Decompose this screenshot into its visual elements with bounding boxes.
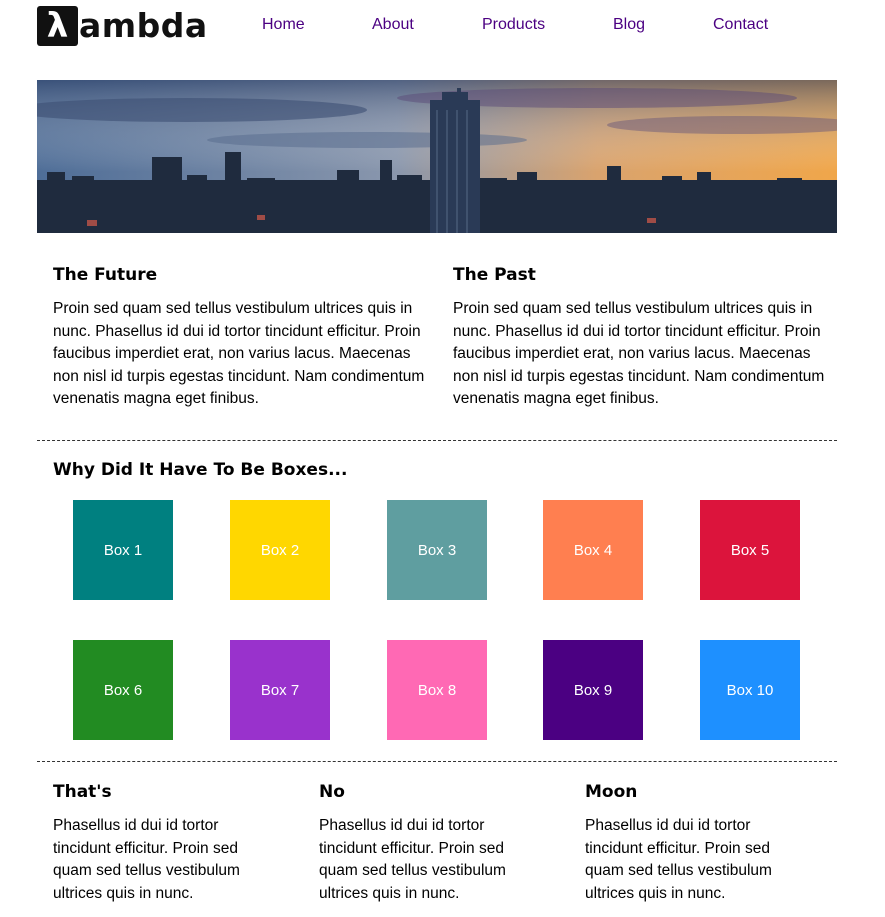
dashed-divider xyxy=(37,440,837,441)
column-text: Proin sed quam sed tellus vestibulum ult… xyxy=(453,300,825,407)
boxes-section-title: Why Did It Have To Be Boxes... xyxy=(53,460,348,480)
box-label: Box 7 xyxy=(260,681,300,699)
nav-link-about[interactable]: About xyxy=(372,16,414,34)
box-5: Box 5 xyxy=(700,500,800,600)
box-label: Box 9 xyxy=(573,681,613,699)
column-text: Proin sed quam sed tellus vestibulum ult… xyxy=(53,300,425,407)
column-heading: That's xyxy=(53,782,112,802)
column-heading: The Past xyxy=(453,265,536,285)
box-3: Box 3 xyxy=(387,500,487,600)
box-label: Box 6 xyxy=(103,681,143,699)
dashed-divider xyxy=(37,761,837,762)
column-text: Phasellus id dui id tortor tincidunt eff… xyxy=(319,817,506,902)
box-label: Box 4 xyxy=(573,541,613,559)
nav-link-contact[interactable]: Contact xyxy=(713,16,768,34)
box-label: Box 1 xyxy=(103,541,143,559)
column-heading: No xyxy=(319,782,345,802)
column-text: Phasellus id dui id tortor tincidunt eff… xyxy=(53,817,240,902)
box-label: Box 10 xyxy=(726,681,774,699)
box-10: Box 10 xyxy=(700,640,800,740)
box-7: Box 7 xyxy=(230,640,330,740)
box-6: Box 6 xyxy=(73,640,173,740)
box-4: Box 4 xyxy=(543,500,643,600)
site-header: λ ambda Home About Products Blog Contact xyxy=(0,0,885,60)
box-1: Box 1 xyxy=(73,500,173,600)
column-heading: The Future xyxy=(53,265,158,285)
box-label: Box 3 xyxy=(417,541,457,559)
box-2: Box 2 xyxy=(230,500,330,600)
nav-link-products[interactable]: Products xyxy=(482,16,545,34)
box-label: Box 5 xyxy=(730,541,770,559)
lambda-logo[interactable]: λ ambda xyxy=(37,6,208,46)
logo-wordmark: ambda xyxy=(79,6,208,45)
nav-link-blog[interactable]: Blog xyxy=(613,16,645,34)
hero-image-city-skyline xyxy=(37,80,837,233)
nav-link-home[interactable]: Home xyxy=(262,16,305,34)
box-9: Box 9 xyxy=(543,640,643,740)
lambda-logo-icon: λ xyxy=(37,6,78,46)
column-text: Phasellus id dui id tortor tincidunt eff… xyxy=(585,817,772,902)
column-heading: Moon xyxy=(585,782,638,802)
box-label: Box 8 xyxy=(417,681,457,699)
box-8: Box 8 xyxy=(387,640,487,740)
box-label: Box 2 xyxy=(260,541,300,559)
